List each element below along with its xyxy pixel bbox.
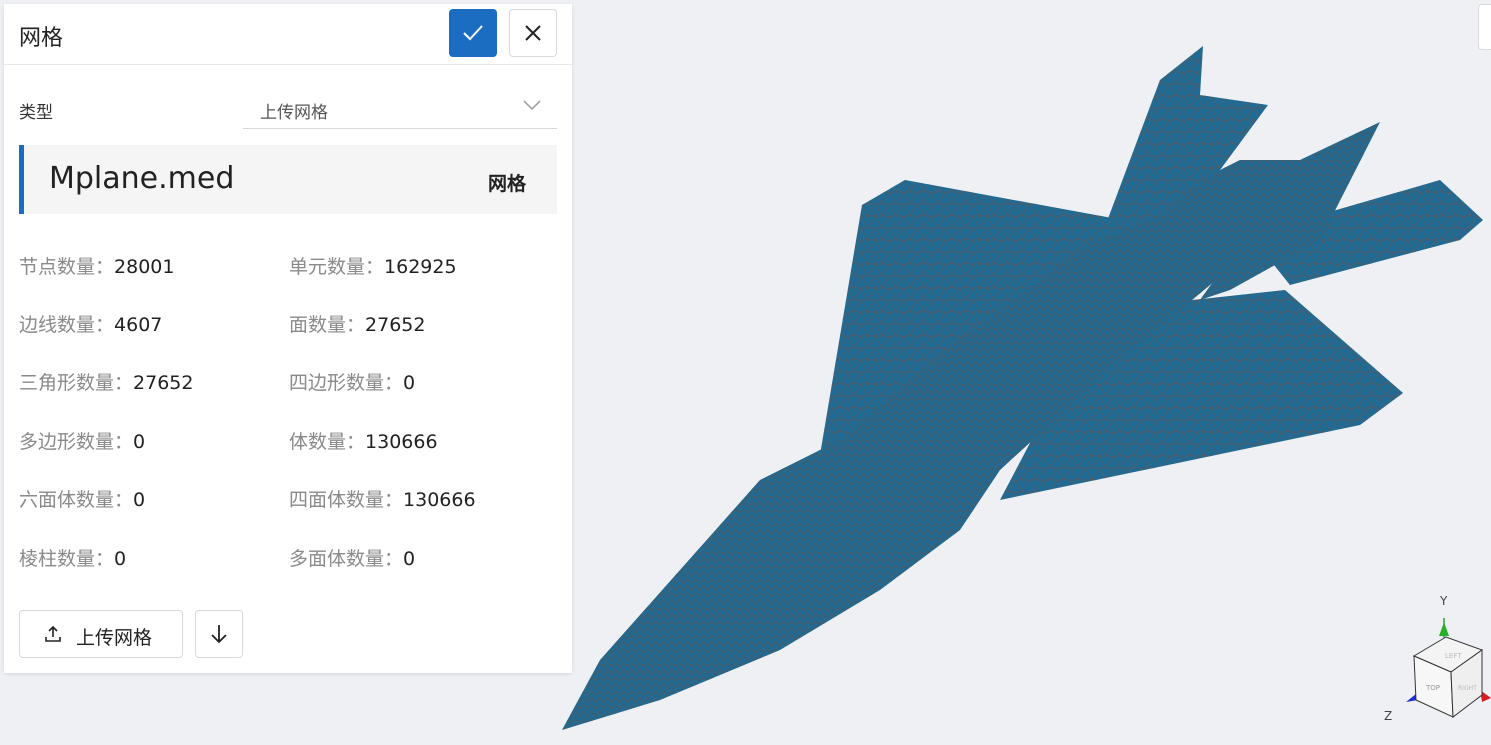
stat-prism-count: 棱柱数量：0	[19, 544, 126, 571]
stat-value: 162925	[384, 256, 457, 278]
stat-quad-count: 四边形数量：0	[289, 368, 415, 395]
y-axis-arrow	[1439, 622, 1449, 636]
type-select[interactable]: 上传网格	[243, 88, 557, 129]
upload-icon	[45, 625, 61, 642]
stat-element-count: 单元数量：162925	[289, 252, 457, 279]
stat-volume-count: 体数量：130666	[289, 427, 438, 454]
stat-hexahedron-count: 六面体数量：0	[19, 485, 145, 512]
stat-value: 0	[133, 431, 146, 453]
stat-label: 三角形数量：	[19, 372, 134, 394]
y-axis-label: Y	[1439, 594, 1448, 608]
cube-face-top: TOP	[1425, 684, 1440, 692]
upload-mesh-label: 上传网格	[76, 627, 153, 649]
stat-value: 0	[403, 372, 416, 394]
panel-title: 网格	[19, 26, 64, 51]
type-label: 类型	[19, 103, 53, 123]
stat-node-count: 节点数量：28001	[19, 252, 174, 279]
stat-label: 多面体数量：	[289, 548, 404, 570]
stat-edge-count: 边线数量：4607	[19, 310, 162, 337]
stat-label: 六面体数量：	[19, 489, 134, 511]
stat-label: 边线数量：	[19, 314, 115, 336]
stat-value: 28001	[114, 256, 175, 278]
stat-value: 0	[114, 548, 127, 570]
mesh-panel: 网格 类型 上传网格 Mplane.med 网格 节点数量：28001 单元数量…	[4, 4, 572, 673]
orientation-cube: LEFT TOP RIGHT Y Z	[1384, 594, 1491, 723]
file-tag: 网格	[487, 173, 526, 195]
stat-label: 棱柱数量：	[19, 548, 115, 570]
file-card: Mplane.med 网格	[19, 145, 557, 214]
stat-value: 27652	[365, 314, 426, 336]
stat-value: 27652	[133, 372, 194, 394]
stat-value: 130666	[403, 489, 476, 511]
panel-header: 网格	[4, 4, 572, 65]
stat-triangle-count: 三角形数量：27652	[19, 368, 193, 395]
stat-face-count: 面数量：27652	[289, 310, 425, 337]
close-button[interactable]	[509, 9, 557, 57]
confirm-button[interactable]	[449, 9, 497, 57]
stat-polyhedron-count: 多面体数量：0	[289, 544, 415, 571]
cube-face-left: LEFT	[1445, 652, 1462, 660]
arrow-down-icon	[211, 625, 227, 644]
close-icon	[525, 25, 541, 41]
chevron-down-icon	[523, 100, 541, 111]
stat-label: 节点数量：	[19, 256, 115, 278]
cube-face-right: RIGHT	[1458, 685, 1477, 692]
stat-value: 0	[133, 489, 146, 511]
stat-label: 四边形数量：	[289, 372, 404, 394]
stat-label: 四面体数量：	[289, 489, 404, 511]
upload-mesh-button[interactable]: 上传网格	[19, 610, 183, 658]
file-card-accent-bar	[19, 145, 24, 214]
viewport-toolbar-button[interactable]	[1478, 4, 1491, 50]
stat-label: 多边形数量：	[19, 431, 134, 453]
file-name: Mplane.med	[49, 161, 235, 196]
download-button[interactable]	[195, 610, 243, 658]
stat-value: 130666	[365, 431, 438, 453]
z-axis-label: Z	[1384, 709, 1392, 723]
stat-tetrahedron-count: 四面体数量：130666	[289, 485, 476, 512]
stat-value: 0	[403, 548, 416, 570]
type-select-value: 上传网格	[260, 103, 328, 123]
stat-label: 面数量：	[289, 314, 366, 336]
stat-polygon-count: 多边形数量：0	[19, 427, 145, 454]
orientation-cube-widget[interactable]: LEFT TOP RIGHT Y Z	[1376, 590, 1491, 725]
aircraft-model	[562, 46, 1483, 730]
check-icon	[463, 25, 483, 41]
stat-label: 体数量：	[289, 431, 366, 453]
stat-label: 单元数量：	[289, 256, 385, 278]
stat-value: 4607	[114, 314, 163, 336]
